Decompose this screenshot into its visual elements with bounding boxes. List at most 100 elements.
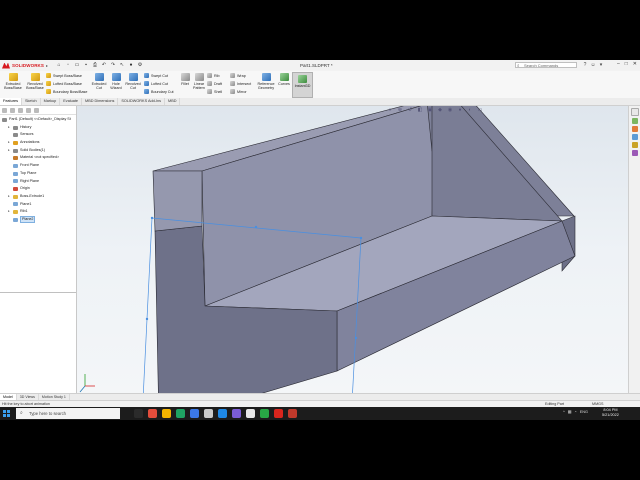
premiere-icon[interactable] <box>232 409 241 418</box>
tree-item-plane1[interactable]: Plane1 <box>2 201 76 209</box>
solidworks-taskbar-icon[interactable] <box>288 409 297 418</box>
plane-handle[interactable] <box>150 216 154 220</box>
linear-pattern-button[interactable]: Linear Pattern <box>192 73 206 90</box>
section-view-icon[interactable]: ◧ <box>417 107 423 113</box>
swept-cut-button[interactable]: Swept Cut <box>144 73 168 78</box>
help-icon[interactable]: ? <box>582 62 588 68</box>
rebuild-icon[interactable]: ● <box>128 62 134 68</box>
shell-button[interactable]: Shell <box>207 89 222 94</box>
taskbar-search-input[interactable]: ⌕ Type here to search <box>16 408 120 419</box>
lofted-cut-button[interactable]: Lofted Cut <box>144 81 168 86</box>
photoshop-icon[interactable] <box>218 409 227 418</box>
tree-item-front-plane[interactable]: Front Plane <box>2 162 76 170</box>
tree-item-material[interactable]: Material <not specified> <box>2 154 76 162</box>
select-arrow-icon[interactable]: ↖ <box>119 62 125 68</box>
tab-markup[interactable]: Markup <box>41 98 61 105</box>
rib-face[interactable] <box>431 106 563 222</box>
apply-scene-icon[interactable]: ◐ <box>467 107 473 113</box>
graphics-viewport[interactable]: ⌕ ⊕ ↺ ◧ ▣ ◆ ◉ ● ◐ ▭ <box>77 106 629 400</box>
maximize-button[interactable]: □ <box>625 61 628 67</box>
windows-start-button[interactable] <box>3 410 10 417</box>
redo-icon[interactable]: ↷ <box>110 62 116 68</box>
tree-item-origin[interactable]: Origin <box>2 185 76 193</box>
zoom-area-icon[interactable]: ⊕ <box>397 107 403 113</box>
tab-mbd[interactable]: MBD <box>165 98 181 105</box>
dimxpert-icon[interactable] <box>26 107 31 113</box>
network-icon[interactable]: ▦ <box>568 409 572 414</box>
media-player-icon[interactable] <box>204 409 213 418</box>
acrobat-icon[interactable] <box>274 409 283 418</box>
wrap-button[interactable]: Wrap <box>230 73 246 78</box>
configuration-manager-icon[interactable] <box>18 107 23 113</box>
view-settings-icon[interactable]: ▭ <box>477 107 483 113</box>
tree-item-solid-bodies[interactable]: ▸ Solid Bodies(1) <box>2 147 76 155</box>
tab-solidworks-addins[interactable]: SOLIDWORKS Add-Ins <box>118 98 166 105</box>
tab-sketch[interactable]: Sketch <box>22 98 41 105</box>
chrome-icon[interactable] <box>176 409 185 418</box>
boundary-boss-button[interactable]: Boundary Boss/Base <box>46 89 87 94</box>
brave-browser-icon[interactable] <box>148 409 157 418</box>
save-icon[interactable]: ▪ <box>83 62 89 68</box>
search-commands-input[interactable]: ⌕ Search Commands <box>515 62 577 68</box>
lofted-boss-button[interactable]: Lofted Boss/Base <box>46 81 82 86</box>
tab-mbd-dimensions[interactable]: MBD Dimensions <box>82 98 119 105</box>
previous-view-icon[interactable]: ↺ <box>407 107 413 113</box>
tree-item-history[interactable]: ▸ History <box>2 124 76 132</box>
appearances-icon[interactable] <box>631 142 638 148</box>
options-gear-icon[interactable]: ⚙ <box>137 62 143 68</box>
tree-item-annotations[interactable]: ▸ Annotations <box>2 139 76 147</box>
swept-boss-button[interactable]: Swept Boss/Base <box>46 73 82 78</box>
tree-item-boss-extrude1[interactable]: ▸ Boss-Extrude1 <box>2 193 76 201</box>
design-library-icon[interactable] <box>631 126 638 132</box>
plane-handle[interactable] <box>354 336 358 340</box>
file-explorer-icon[interactable] <box>162 409 171 418</box>
rib-button[interactable]: Rib <box>207 73 220 78</box>
view-orientation-icon[interactable]: ▣ <box>427 107 433 113</box>
plane-handle[interactable] <box>254 225 258 229</box>
draft-button[interactable]: Draft <box>207 81 222 86</box>
feature-manager-icon[interactable] <box>2 107 7 113</box>
tree-item-rib1[interactable]: ▸ Rib1 <box>2 208 76 216</box>
extruded-cut-button[interactable]: Extruded Cut <box>90 73 108 90</box>
zoom-to-fit-icon[interactable]: ⌕ <box>387 107 393 113</box>
instant3d-button[interactable]: Instant3D <box>292 72 313 98</box>
new-document-icon[interactable]: ▫ <box>65 62 71 68</box>
taskbar-clock[interactable]: 8:04 PM 5/21/2022 <box>602 408 619 418</box>
task-view-icon[interactable] <box>134 409 143 418</box>
boundary-cut-button[interactable]: Boundary Cut <box>144 89 174 94</box>
tab-features[interactable]: Features <box>0 98 22 105</box>
minimize-button[interactable]: – <box>617 61 620 67</box>
tree-item-plane2[interactable]: Plane2 <box>2 216 76 224</box>
tree-item-sensors[interactable]: Sensors <box>2 131 76 139</box>
revolved-boss-button[interactable]: Revolved Boss/Base <box>24 73 46 90</box>
user-icon[interactable]: ☺ <box>590 62 596 68</box>
home-icon[interactable] <box>630 108 639 116</box>
property-manager-icon[interactable] <box>10 107 15 113</box>
notepad-icon[interactable] <box>246 409 255 418</box>
tree-root[interactable]: Part1 (Default) <<Default>_Display St <box>2 116 76 124</box>
hole-wizard-button[interactable]: Hole Wizard <box>108 73 124 90</box>
print-icon[interactable]: ⎙ <box>92 62 98 68</box>
close-button[interactable]: ✕ <box>633 61 637 67</box>
plane-handle[interactable] <box>359 236 363 240</box>
tree-item-right-plane[interactable]: Right Plane <box>2 178 76 186</box>
revolved-cut-button[interactable]: Revolved Cut <box>124 73 142 90</box>
camtasia-icon[interactable] <box>260 409 269 418</box>
tab-evaluate[interactable]: Evaluate <box>60 98 83 105</box>
hide-show-items-icon[interactable]: ◉ <box>447 107 453 113</box>
fillet-button[interactable]: Fillet <box>178 73 192 86</box>
mirror-button[interactable]: Mirror <box>230 89 247 94</box>
tree-item-top-plane[interactable]: Top Plane <box>2 170 76 178</box>
undo-icon[interactable]: ↶ <box>101 62 107 68</box>
intersect-button[interactable]: Intersect <box>230 81 251 86</box>
edit-appearance-icon[interactable]: ● <box>457 107 463 113</box>
home-icon[interactable]: ⌂ <box>56 62 62 68</box>
solidworks-logo[interactable]: SOLIDWORKS ▸ <box>2 62 48 69</box>
display-manager-icon[interactable] <box>34 107 39 113</box>
extruded-boss-button[interactable]: Extruded Boss/Base <box>2 73 24 90</box>
language-indicator[interactable]: ENG <box>580 410 588 414</box>
open-folder-icon[interactable]: ▭ <box>74 62 80 68</box>
model-view[interactable] <box>77 106 629 400</box>
custom-properties-icon[interactable] <box>631 150 638 156</box>
volume-icon[interactable]: ◔ <box>574 410 576 414</box>
